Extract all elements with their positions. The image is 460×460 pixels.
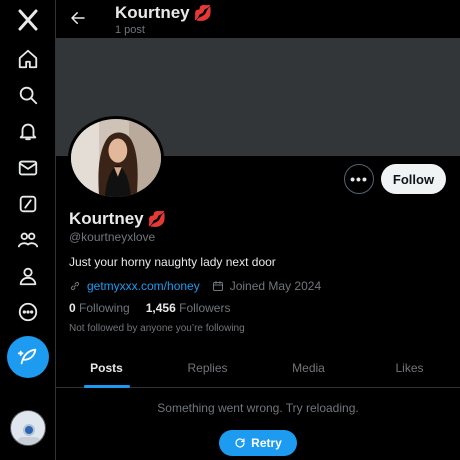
x-logo-icon[interactable] xyxy=(14,6,42,34)
following-label: Following xyxy=(79,301,130,315)
header-name-text: Kourtney xyxy=(115,3,190,22)
tab-posts-label: Posts xyxy=(90,360,123,375)
followers-count: 1,456 xyxy=(145,301,176,315)
header-title: Kourtney 💋 xyxy=(115,3,212,23)
tab-likes-label: Likes xyxy=(395,360,424,375)
search-icon[interactable] xyxy=(14,81,42,109)
retry-label: Retry xyxy=(251,436,282,450)
tab-replies-label: Replies xyxy=(187,360,228,375)
back-arrow-icon xyxy=(71,12,85,24)
refresh-icon xyxy=(235,438,245,448)
link-icon xyxy=(70,281,80,291)
tab-replies[interactable]: Replies xyxy=(157,348,258,387)
compose-feather-icon xyxy=(17,348,37,365)
profile-header-bar: Kourtney 💋 1 post xyxy=(56,0,460,38)
profile-bio: Just your horny naughty lady next door xyxy=(69,255,276,269)
profile-name-text: Kourtney xyxy=(69,209,144,228)
account-avatar[interactable] xyxy=(10,410,46,446)
followers-label: Followers xyxy=(179,301,231,315)
profile-joined-date: Joined May 2024 xyxy=(229,279,322,293)
home-icon[interactable] xyxy=(14,45,42,73)
header-name-emoji: 💋 xyxy=(193,5,213,22)
profile-display-name: Kourtney 💋 xyxy=(69,209,166,229)
tab-media-label: Media xyxy=(292,360,325,375)
grok-slash-icon[interactable] xyxy=(14,190,42,218)
profile-name-emoji: 💋 xyxy=(147,211,167,228)
feed-error-message: Something went wrong. Try reloading. xyxy=(157,401,359,415)
left-navigation xyxy=(0,0,56,460)
active-tab-indicator xyxy=(83,385,130,388)
tab-media[interactable]: Media xyxy=(258,348,359,387)
profile-person-icon[interactable] xyxy=(14,262,42,290)
messages-envelope-icon[interactable] xyxy=(14,154,42,182)
following-stat[interactable]: 0 Following xyxy=(69,301,130,315)
notifications-bell-icon[interactable] xyxy=(14,117,42,145)
follow-button[interactable]: Follow xyxy=(381,164,446,194)
profile-handle: @kourtneyxlove xyxy=(69,230,156,244)
more-circle-icon[interactable] xyxy=(14,298,42,326)
tab-posts[interactable]: Posts xyxy=(56,348,157,388)
following-count: 0 xyxy=(69,301,76,315)
profile-avatar[interactable] xyxy=(68,116,164,200)
profile-meta: getmyxxx.com/honey Joined May 2024 xyxy=(69,278,321,294)
communities-icon[interactable] xyxy=(14,226,42,254)
retry-button[interactable]: Retry xyxy=(219,430,297,456)
compose-post-button[interactable] xyxy=(7,336,49,378)
header-post-count: 1 post xyxy=(115,24,145,36)
tab-likes[interactable]: Likes xyxy=(359,348,460,387)
follow-counts: 0 Following 1,456 Followers xyxy=(69,301,230,315)
back-button[interactable] xyxy=(66,6,90,30)
profile-tabs: Posts Replies Media Likes xyxy=(56,348,460,388)
more-options-button[interactable]: ••• xyxy=(344,164,374,194)
followers-stat[interactable]: 1,456 Followers xyxy=(146,301,231,315)
calendar-icon xyxy=(212,281,223,291)
profile-website-link[interactable]: getmyxxx.com/honey xyxy=(87,279,200,293)
followed-by-note: Not followed by anyone you’re following xyxy=(69,323,245,334)
